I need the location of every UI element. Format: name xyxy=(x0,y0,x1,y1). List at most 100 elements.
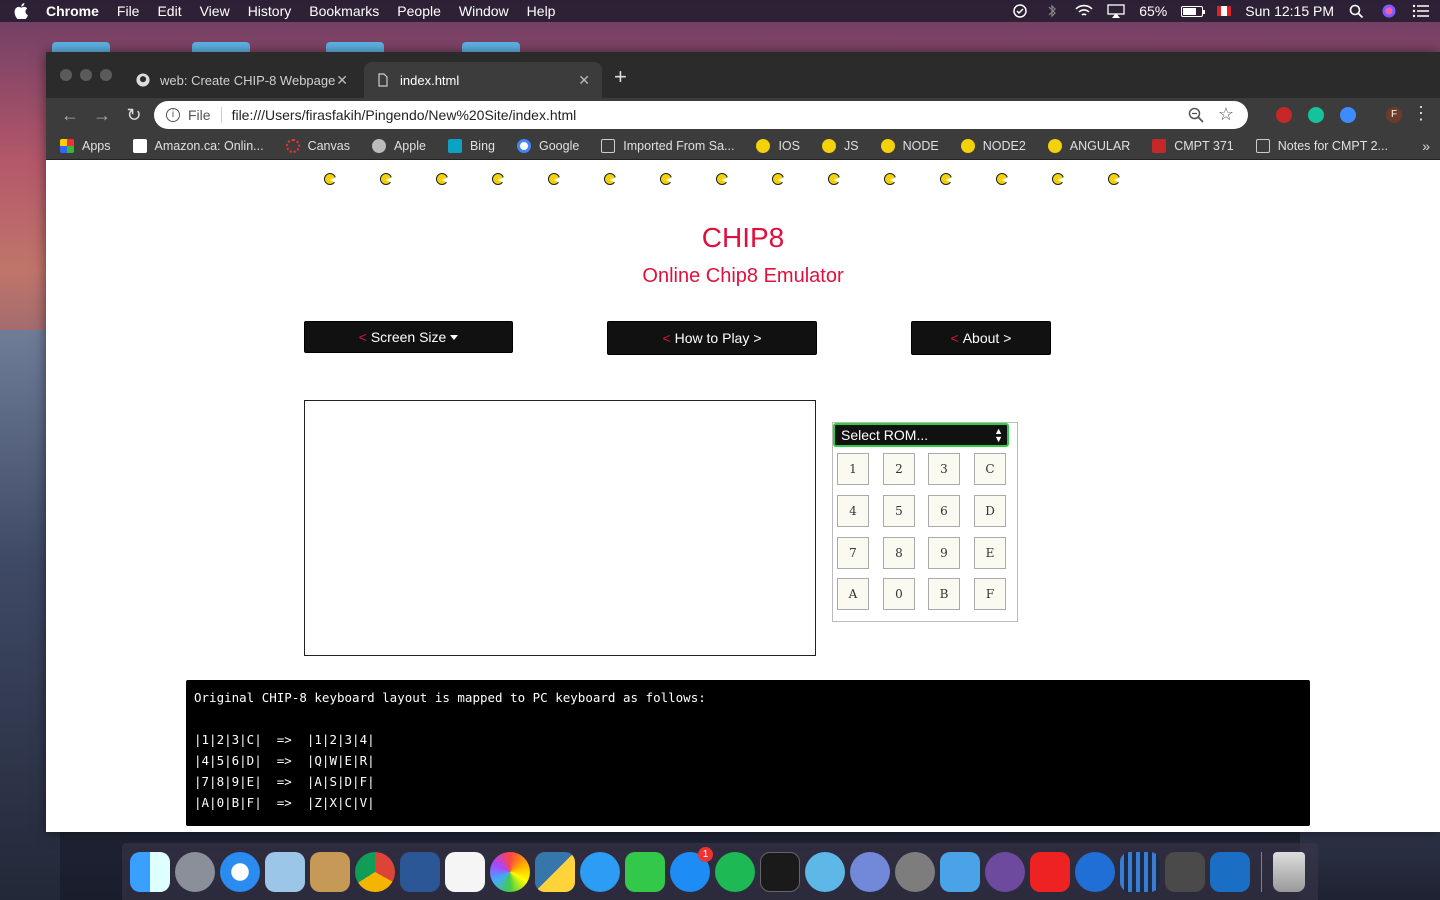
address-bar[interactable]: i File file:///Users/firasfakih/Pingendo… xyxy=(154,101,1248,129)
keypad-key-6[interactable]: 6 xyxy=(928,495,960,527)
menubar-people[interactable]: People xyxy=(397,3,441,19)
close-tab-icon[interactable]: ✕ xyxy=(578,72,590,89)
menubar-view[interactable]: View xyxy=(200,3,230,19)
keypad-key-5[interactable]: 5 xyxy=(883,495,915,527)
bookmark-cmpt-371[interactable]: CMPT 371 xyxy=(1152,138,1234,153)
xcode-icon[interactable] xyxy=(940,851,980,892)
keypad-key-4[interactable]: 4 xyxy=(837,495,869,527)
keypad-key-8[interactable]: 8 xyxy=(883,537,915,569)
bookmark-node2[interactable]: NODE2 xyxy=(960,138,1026,153)
bookmark-js[interactable]: JS xyxy=(822,138,859,153)
bookmark-google[interactable]: Google xyxy=(516,138,579,153)
keypad-key-7[interactable]: 7 xyxy=(837,537,869,569)
spotlight-search-icon[interactable] xyxy=(1348,4,1366,18)
siri-icon[interactable] xyxy=(1380,4,1398,18)
ublock-extension-icon[interactable] xyxy=(1276,107,1292,123)
bookmark-bing[interactable]: Bing xyxy=(447,138,495,153)
forward-button[interactable]: → xyxy=(86,105,118,126)
grammarly-extension-icon[interactable] xyxy=(1308,107,1324,123)
acrobat-icon[interactable] xyxy=(1030,851,1070,892)
menubar-bookmarks[interactable]: Bookmarks xyxy=(309,3,379,19)
bookmark-angular[interactable]: ANGULAR xyxy=(1047,138,1130,153)
chrome-menu-icon[interactable]: ⋮ xyxy=(1412,104,1430,122)
vscode-blue-icon[interactable] xyxy=(805,851,845,892)
input-source-flag-icon[interactable] xyxy=(1217,6,1232,16)
hex-icon[interactable] xyxy=(1075,851,1115,892)
tab-github[interactable]: web: Create CHIP-8 Webpage ✕ xyxy=(124,62,360,98)
emulator-screen-canvas[interactable] xyxy=(304,400,816,656)
keypad-key-9[interactable]: 9 xyxy=(928,537,960,569)
spotify-icon[interactable] xyxy=(715,851,755,892)
keypad-key-e[interactable]: E xyxy=(974,537,1006,569)
apple-logo-icon[interactable] xyxy=(14,3,28,20)
bookmark-star-icon[interactable]: ☆ xyxy=(1218,105,1234,123)
reminders-icon[interactable] xyxy=(445,851,485,892)
vpn-icon[interactable] xyxy=(1011,4,1029,18)
menubar-file[interactable]: File xyxy=(117,3,140,19)
shield-extension-icon[interactable] xyxy=(1340,107,1356,123)
bookmark-imported-folder[interactable]: Imported From Sa... xyxy=(601,138,734,153)
contacts-icon[interactable] xyxy=(310,851,350,892)
rom-select[interactable]: Select ROM... ▲ ▼ xyxy=(833,423,1009,447)
keypad-key-0[interactable]: 0 xyxy=(883,578,915,610)
mail-icon[interactable] xyxy=(265,851,305,892)
bookmark-apps[interactable]: Apps xyxy=(60,138,111,153)
url-text[interactable]: file:///Users/firasfakih/Pingendo/New%20… xyxy=(232,107,577,123)
menubar-clock[interactable]: Sun 12:15 PM xyxy=(1245,3,1334,19)
bookmark-node[interactable]: NODE xyxy=(880,138,939,153)
how-to-play-button[interactable]: < How to Play > xyxy=(607,321,817,355)
menubar-help[interactable]: Help xyxy=(527,3,556,19)
launchpad-icon[interactable] xyxy=(175,851,215,892)
minimize-window-button[interactable] xyxy=(80,69,92,81)
app-store-icon[interactable]: 1 xyxy=(670,846,713,892)
facetime-icon[interactable] xyxy=(625,851,665,892)
menubar-edit[interactable]: Edit xyxy=(157,3,181,19)
terminal-icon[interactable] xyxy=(760,851,800,892)
chrome-icon[interactable] xyxy=(355,851,395,892)
back-button[interactable]: ← xyxy=(54,105,86,126)
trash-icon[interactable] xyxy=(1273,851,1305,892)
keypad-key-f[interactable]: F xyxy=(974,578,1006,610)
github-icon[interactable] xyxy=(985,851,1025,892)
word-icon[interactable] xyxy=(400,851,440,892)
discord-icon[interactable] xyxy=(850,851,890,892)
bookmark-apple[interactable]: Apple xyxy=(371,138,426,153)
finder-icon[interactable] xyxy=(130,851,170,892)
keypad-key-a[interactable]: A xyxy=(837,578,869,610)
zoom-window-button[interactable] xyxy=(100,69,112,81)
screen-size-dropdown-button[interactable]: < Screen Size xyxy=(304,321,513,353)
safari-icon[interactable] xyxy=(220,851,260,892)
bookmark-amazon[interactable]: Amazon.ca: Onlin... xyxy=(132,138,264,153)
wifi-icon[interactable] xyxy=(1075,4,1093,18)
vscode-icon[interactable] xyxy=(1210,851,1250,892)
zoom-icon[interactable] xyxy=(1188,107,1204,123)
new-tab-button[interactable]: + xyxy=(614,66,627,88)
bookmark-canvas[interactable]: Canvas xyxy=(285,138,350,153)
keypad-key-d[interactable]: D xyxy=(974,495,1006,527)
tab-index-html[interactable]: index.html ✕ xyxy=(364,62,602,98)
bookmark-notes-cmpt[interactable]: Notes for CMPT 2... xyxy=(1255,138,1388,153)
keypad-key-1[interactable]: 1 xyxy=(837,453,869,485)
reload-button[interactable]: ↻ xyxy=(118,105,150,126)
battery-icon[interactable] xyxy=(1181,5,1206,17)
python-icon[interactable] xyxy=(535,851,575,892)
bookmark-ios[interactable]: IOS xyxy=(756,138,800,153)
site-info-icon[interactable]: i xyxy=(166,108,180,122)
airplay-icon[interactable] xyxy=(1107,4,1125,18)
about-button[interactable]: < About > xyxy=(911,321,1051,355)
notification-center-icon[interactable] xyxy=(1412,4,1430,18)
battery-percent[interactable]: 65% xyxy=(1139,3,1167,19)
menubar-history[interactable]: History xyxy=(248,3,292,19)
bookmarks-overflow-icon[interactable]: » xyxy=(1422,138,1430,154)
profile-avatar[interactable]: F xyxy=(1386,107,1402,123)
sublime-icon[interactable] xyxy=(1165,851,1205,892)
menubar-app-name[interactable]: Chrome xyxy=(46,3,99,19)
menubar-window[interactable]: Window xyxy=(459,3,509,19)
photos-icon[interactable] xyxy=(490,851,530,892)
keypad-key-2[interactable]: 2 xyxy=(883,453,915,485)
close-window-button[interactable] xyxy=(60,69,72,81)
keypad-key-b[interactable]: B xyxy=(928,578,960,610)
system-preferences-icon[interactable] xyxy=(895,851,935,892)
bars-icon[interactable] xyxy=(1120,851,1160,892)
bluetooth-icon[interactable] xyxy=(1043,4,1061,18)
